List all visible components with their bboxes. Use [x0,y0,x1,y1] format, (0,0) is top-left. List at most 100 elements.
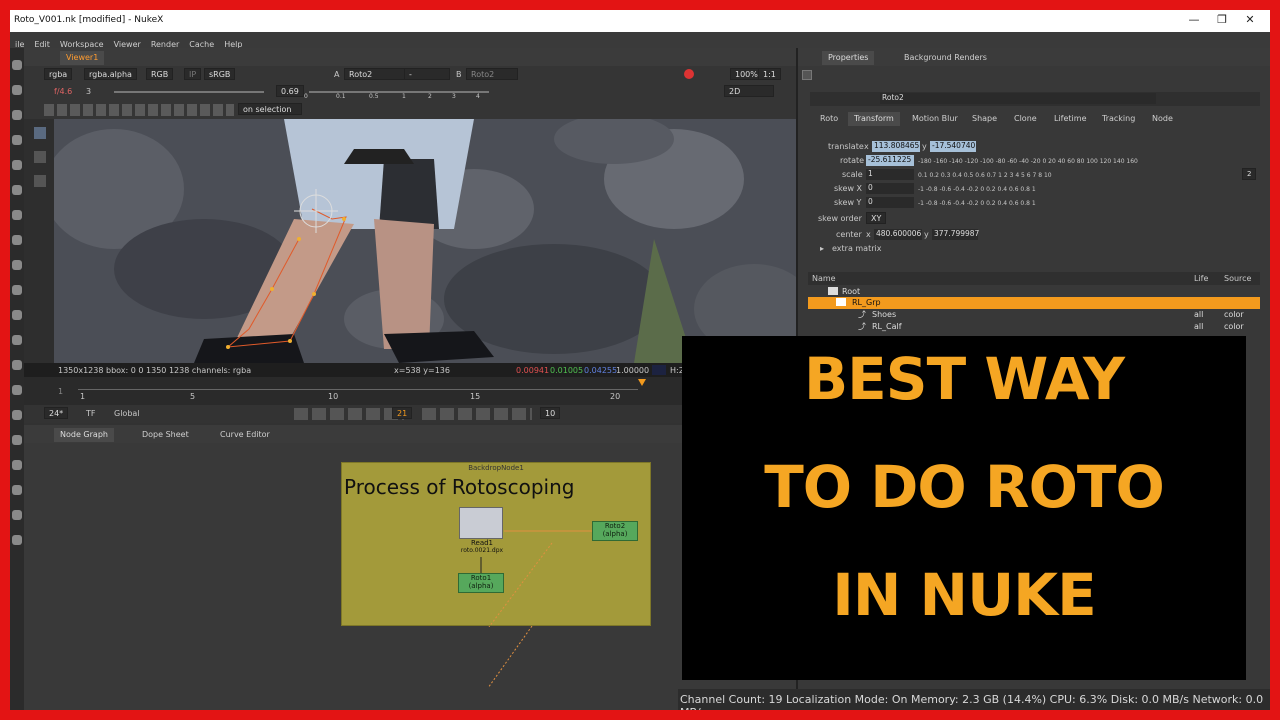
layer-row-rl-calf[interactable]: ⤴ RL_Calf all color [808,321,1260,333]
skewx-field[interactable]: 0 [866,183,914,194]
layer-list-header: Name Life Source [808,272,1260,285]
playhead-icon[interactable] [638,379,646,386]
translate-x-field[interactable]: 113.808465 [872,141,920,152]
furnace-tool-icon[interactable] [12,460,22,470]
ratio-dropdown[interactable]: 1:1 [758,68,781,80]
folder-icon [836,298,846,306]
ip-button[interactable]: IP [184,68,202,80]
viewer-tool-column [24,119,54,370]
current-frame-field[interactable]: 21 [392,407,413,419]
views-tool-icon[interactable] [12,360,22,370]
tab-curve-editor[interactable]: Curve Editor [214,428,276,442]
max-panels-field[interactable] [802,70,812,80]
3d-tool-icon[interactable] [12,285,22,295]
maximize-icon[interactable]: ❐ [1208,13,1236,26]
subtab-tracking[interactable]: Tracking [1096,112,1141,126]
view-mode-dropdown[interactable]: 2D [724,85,774,97]
rotate-slider-ticks[interactable]: -180 -160 -140 -120 -100 -80 -60 -40 -20… [918,158,1138,165]
subtab-clone[interactable]: Clone [1008,112,1043,126]
on-selection-dropdown[interactable]: on selection [238,103,302,115]
layer-row-rl-grp[interactable]: RL_Grp [808,297,1260,309]
tab-dope-sheet[interactable]: Dope Sheet [136,428,195,442]
viewer-image[interactable] [54,119,796,363]
image-tool-icon[interactable] [12,60,22,70]
lut-dropdown[interactable]: sRGB [204,68,236,80]
gain-tick-1: 0.1 [336,93,346,100]
fstop-slider[interactable] [114,91,264,93]
tab-viewer1[interactable]: Viewer1 [60,51,105,65]
input-a-label: A [334,70,340,79]
bezier-tool-icon[interactable] [34,175,46,187]
draw-tool-icon[interactable] [12,85,22,95]
frame-step-field[interactable]: 10 [540,407,561,419]
roto-toolbar: on selection [24,101,796,119]
filter-tool-icon[interactable] [12,185,22,195]
tab-node-graph[interactable]: Node Graph [54,428,114,442]
rotate-field[interactable]: -25.611225 [866,155,914,166]
particles-tool-icon[interactable] [12,310,22,320]
nuke-logo-icon[interactable] [12,535,22,545]
time-tool-icon[interactable] [12,110,22,120]
translate-y-field[interactable]: -17.540740 [930,141,976,152]
center-y-field[interactable]: 377.799987 [932,229,979,240]
channel-tool-icon[interactable] [12,135,22,145]
transport-buttons-right[interactable] [422,408,532,420]
center-x-field[interactable]: 480.600006 [874,229,922,240]
roto-tool-buttons[interactable] [44,104,234,116]
tab-properties[interactable]: Properties [822,51,875,65]
composite-dropdown[interactable]: - [404,68,450,80]
tab-background-renders[interactable]: Background Renders [898,51,993,65]
timeline[interactable]: 1 5 10 15 20 1 [24,377,796,405]
properties-tab-bar: Properties Background Renders [798,48,1270,66]
frame-small[interactable]: 3 [86,87,91,96]
deep-tool-icon[interactable] [12,335,22,345]
scale-badge[interactable]: 2 [1242,168,1257,180]
add-point-tool-icon[interactable] [34,151,46,163]
ofx-tool-icon[interactable] [12,485,22,495]
scale-field[interactable]: 1 [866,169,914,180]
keyer-tool-icon[interactable] [12,210,22,220]
merge-tool-icon[interactable] [12,235,22,245]
metadata-tool-icon[interactable] [12,385,22,395]
stop-icon[interactable] [684,69,694,79]
subtab-motion-blur[interactable]: Motion Blur [906,112,964,126]
skew-order-dropdown[interactable]: XY [866,212,887,224]
color-tool-icon[interactable] [12,160,22,170]
extra-matrix-toggle[interactable]: ▸ [820,244,824,253]
skewy-field[interactable]: 0 [866,197,914,208]
layer-row-shoes[interactable]: ⤴ Shoes all color [808,309,1260,321]
fps-dropdown[interactable]: 24* [44,407,69,419]
other-tool-icon[interactable] [12,435,22,445]
window-title: Roto_V001.nk [modified] - NukeX [14,15,164,25]
skewx-slider-ticks[interactable]: -1 -0.8 -0.6 -0.4 -0.2 0 0.2 0.4 0.6 0.8… [918,186,1036,193]
display-channels-dropdown[interactable]: RGB [146,68,174,80]
plugin-tool-icon[interactable] [12,510,22,520]
toolsets-tool-icon[interactable] [12,410,22,420]
close-icon[interactable]: ✕ [1236,13,1264,26]
transport-buttons-left[interactable] [294,408,404,420]
gain-field[interactable]: 0.69 [276,85,304,97]
minimize-icon[interactable]: — [1180,13,1208,26]
input-b-dropdown[interactable]: Roto2 [466,68,518,80]
skewy-slider-ticks[interactable]: -1 -0.8 -0.6 -0.4 -0.2 0 0.2 0.4 0.6 0.8… [918,200,1036,207]
skewy-label: skew Y [834,198,862,207]
tf-dropdown[interactable]: TF [86,409,96,418]
folder-icon [828,287,838,295]
range-dropdown[interactable]: Global [114,409,140,418]
input-a-dropdown[interactable]: Roto2 [344,68,408,80]
timeline-tick-15: 15 [470,392,481,401]
alpha-dropdown[interactable]: rgba.alpha [84,68,137,80]
node-name-field[interactable]: Roto2 [880,93,1156,104]
layer-name: Shoes [872,310,897,319]
fstop-value[interactable]: f/4.6 [54,87,72,96]
subtab-node[interactable]: Node [1146,112,1179,126]
transform-tool-icon[interactable] [12,260,22,270]
subtab-roto[interactable]: Roto [814,112,844,126]
scale-slider-ticks[interactable]: 0.1 0.2 0.3 0.4 0.5 0.6 0.7 1 2 3 4 5 6 … [918,172,1052,179]
subtab-shape[interactable]: Shape [966,112,1003,126]
subtab-transform[interactable]: Transform [848,112,900,126]
subtab-lifetime[interactable]: Lifetime [1048,112,1093,126]
channels-dropdown[interactable]: rgba [44,68,73,80]
select-tool-icon[interactable] [34,127,46,139]
backdrop-node[interactable]: BackdropNode1 Process of Rotoscoping Rea… [341,462,651,627]
